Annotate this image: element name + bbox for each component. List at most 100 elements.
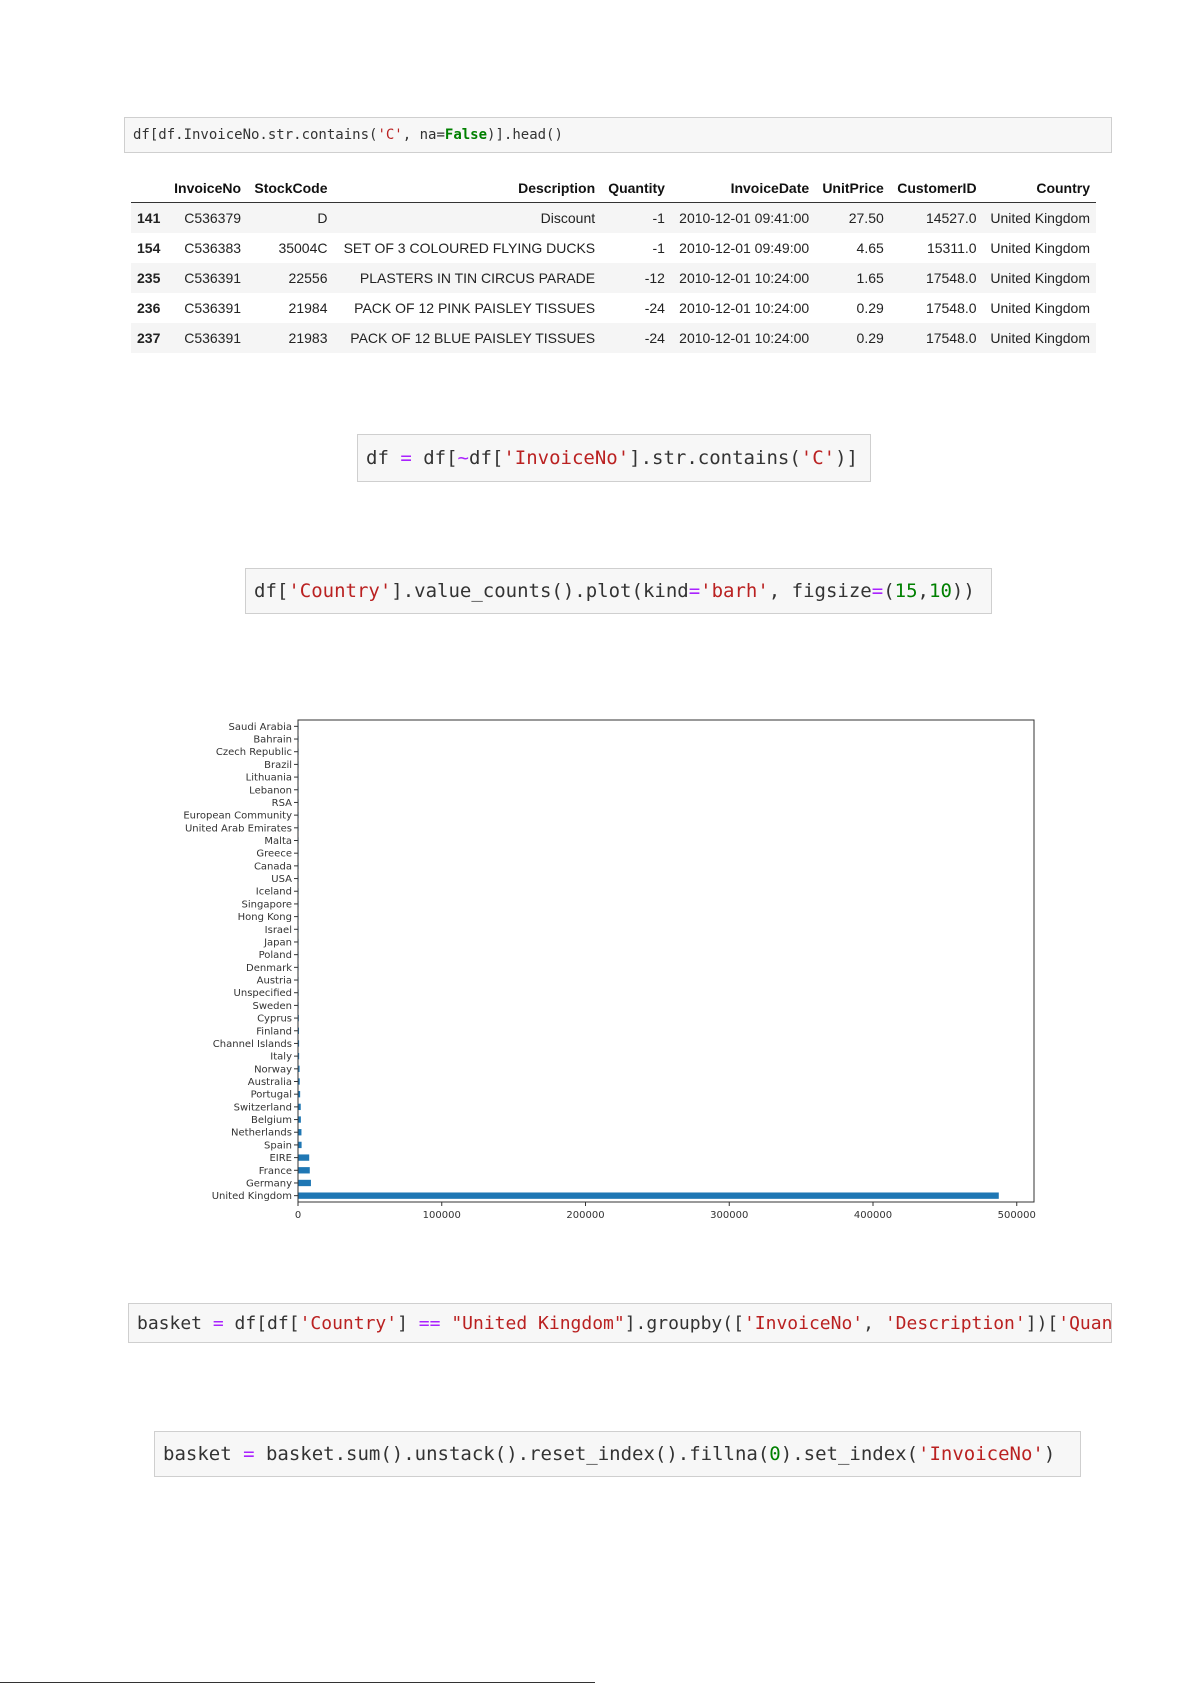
code-token: , na= [402, 127, 445, 143]
code-token: = [212, 1312, 224, 1334]
x-tick-label: 100000 [423, 1210, 461, 1221]
column-header: InvoiceDate [670, 174, 816, 203]
column-header: InvoiceNo [166, 174, 248, 203]
country-barh-chart: United Kingdom GermanyFrance EIRE SpainNeth… [183, 719, 1036, 1221]
column-header: UnitPrice [815, 174, 890, 203]
column-header: StockCode [247, 174, 334, 203]
row-index: 235 [131, 263, 167, 293]
x-tick-label: 500000 [998, 1210, 1036, 1221]
table-cell: 17548.0 [889, 263, 983, 293]
table-row: 235 C536391 22556 PLASTERS IN TIN CIRCUS PA… [131, 263, 1096, 293]
y-tick-label: Lebanon [249, 785, 292, 796]
table-cell: 2010-12-01 09:49:00 [679, 240, 810, 256]
code-token: df[df[ [223, 1312, 300, 1334]
table-cell: 2010-12-01 10:24:00 [670, 323, 816, 353]
y-tick-label: Italy [270, 1052, 292, 1063]
code-cell-basket-unstack[interactable]: basket = basket.sum().unstack().reset_in… [154, 1431, 1081, 1477]
y-tick-label: RSA [272, 798, 292, 809]
table-cell: United Kingdom [990, 240, 1090, 256]
code-token: 10 [929, 580, 952, 602]
code-token: = [871, 580, 884, 602]
code-token: ].value_counts().plot(kind [391, 580, 689, 602]
bar [298, 1154, 310, 1161]
y-tick-label: France [259, 1166, 292, 1177]
code-token: 'barh' [700, 580, 769, 602]
column-header: Description [333, 174, 602, 203]
table-cell: PACK OF 12 PINK PAISLEY TISSUES [354, 300, 596, 316]
y-tick-label: Cyprus [257, 1014, 292, 1025]
table-cell: 1.65 [815, 263, 890, 293]
code-cell-filter[interactable]: df = df[~ df['InvoiceNo'].str.contains('C… [357, 434, 871, 482]
code-token: = [688, 580, 701, 602]
code-token: basket.sum().unstack().reset_index().fil… [254, 1443, 770, 1465]
y-tick-label: United Kingdom [212, 1191, 292, 1202]
code-token: )].head() [487, 127, 563, 143]
code-token: ].groupby([ [624, 1312, 744, 1334]
table-cell: PLASTERS IN TIN CIRCUS PARADE [333, 263, 602, 293]
y-tick-label: European Community [183, 811, 292, 822]
code-token: df[ [469, 447, 504, 469]
row-index: 141 [131, 202, 167, 233]
y-tick-label: Netherlands [231, 1128, 292, 1139]
y-tick-label: Canada [254, 861, 292, 872]
column-header [131, 174, 167, 203]
table-header-row: InvoiceNo StockCode Description Quantity Inv… [131, 174, 1096, 203]
table-cell: -1 [601, 202, 671, 233]
code-token: 'InvoiceNo' [918, 1443, 1044, 1465]
table-cell: 4.65 [856, 240, 884, 256]
table-cell: 15311.0 [926, 240, 977, 256]
code-cell-basket-groupby[interactable]: basket = df[df['Country'] == "United Kin… [128, 1303, 1112, 1343]
table-row: 237 C536391 21983 PACK OF 12 BLUE PAISLEY T… [131, 323, 1096, 353]
code-token: = [400, 447, 412, 469]
y-tick-label: Malta [264, 836, 292, 847]
code-token: 'Country' [299, 1312, 398, 1334]
table-cell: 22556 [247, 263, 334, 293]
table-cell: United Kingdom [982, 202, 1096, 233]
column-header: Country [982, 174, 1096, 203]
table-row: 236 C536391 21984 PACK OF 12 PINK PAISLEY T… [131, 293, 1096, 323]
table-cell: C536391 [184, 300, 242, 316]
x-tick-label: 300000 [710, 1210, 748, 1221]
y-tick-label: Hong Kong [238, 912, 292, 923]
dataframe-output: InvoiceNo StockCode Description Quantity Inv… [131, 174, 1096, 353]
code-token: )) [951, 580, 975, 602]
y-tick-label: Japan [263, 937, 292, 948]
column-header: CustomerID [889, 174, 983, 203]
y-tick-label: Brazil [264, 760, 292, 771]
code-token: df[df.InvoiceNo.str.contains( [133, 127, 378, 143]
row-index: 236 [137, 300, 161, 316]
table-cell: 0.29 [815, 323, 890, 353]
x-tick-label: 0 [295, 1210, 301, 1221]
table-cell: 21984 [288, 300, 328, 316]
table-body: 141 C536379 D Discount -1 2010-12-01 09:41:00… [131, 202, 1096, 353]
code-token: ).set_index( [780, 1443, 919, 1465]
table-cell: 2010-12-01 10:24:00 [679, 300, 810, 316]
code-token: 0 [769, 1443, 781, 1465]
code-token: )] [835, 447, 858, 469]
code-cell-plot[interactable]: df['Country'].value_counts().plot(kind = '… [245, 568, 992, 614]
footer-rule [0, 1682, 595, 1683]
table-cell: C536379 [166, 202, 248, 233]
table-cell: 35004C [278, 240, 328, 256]
code-token: == [418, 1312, 441, 1334]
table-cell: SET OF 3 COLOURED FLYING DUCKS [343, 240, 596, 256]
table-row: 154 C536383 35004C SET OF 3 COLOURED FLYING… [131, 233, 1096, 263]
y-tick-label: USA [271, 874, 292, 885]
y-tick-label: Sweden [252, 1001, 292, 1012]
code-cell-head[interactable]: df[df.InvoiceNo.str.contains('C', na= Fal… [124, 117, 1112, 153]
table-cell: -12 [601, 263, 671, 293]
y-tick-label: Switzerland [234, 1102, 292, 1113]
table-cell: United Kingdom [982, 263, 1096, 293]
code-token: 'Description' [884, 1312, 1026, 1334]
table-cell: D [247, 202, 334, 233]
table-cell: -1 [652, 240, 665, 256]
code-token: ~ [457, 447, 469, 469]
bar [298, 1167, 310, 1174]
code-token: 'Country' [288, 580, 392, 602]
x-tick-label: 400000 [854, 1210, 892, 1221]
table-cell: Discount [333, 202, 602, 233]
y-tick-label: Australia [248, 1077, 292, 1088]
code-token: , figsize [768, 580, 872, 602]
table-cell: 17548.0 [889, 323, 983, 353]
